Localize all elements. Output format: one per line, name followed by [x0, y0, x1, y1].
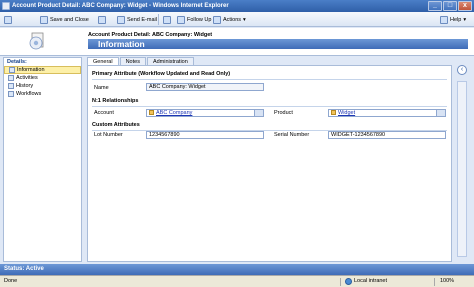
crm-app-icon — [2, 2, 10, 10]
save-and-close-button[interactable]: Save and Close — [40, 15, 89, 24]
save-button[interactable] — [4, 15, 12, 24]
help-icon — [440, 15, 448, 24]
close-button[interactable]: x — [458, 1, 472, 11]
print-icon — [98, 15, 106, 24]
workflows-icon — [8, 91, 14, 97]
sidebar-item-workflows[interactable]: Workflows — [4, 90, 81, 98]
lot-number-label: Lot Number — [94, 132, 123, 138]
chevron-down-icon: ▾ — [463, 16, 467, 23]
name-field[interactable]: ABC Company: Widget — [146, 83, 264, 91]
name-label: Name — [94, 85, 109, 91]
toolbar-separator — [158, 14, 159, 25]
zoom-level[interactable]: 100% — [440, 276, 454, 287]
save-close-icon — [40, 15, 48, 24]
actions-icon — [213, 15, 221, 24]
follow-up-icon — [177, 15, 185, 24]
attach-button[interactable] — [163, 15, 171, 24]
account-record-icon — [149, 110, 154, 116]
paperclip-icon — [163, 15, 171, 24]
general-panel: Primary Attribute (Workflow Updated and … — [87, 65, 452, 262]
save-disk-icon — [4, 15, 12, 24]
status-separator — [340, 278, 341, 286]
security-zone: Local intranet — [345, 276, 387, 287]
history-icon — [8, 83, 14, 89]
product-lookup[interactable]: Widget — [328, 109, 446, 117]
account-lookup[interactable]: ABC Company — [146, 109, 264, 117]
print-button[interactable] — [98, 15, 106, 24]
globe-icon — [345, 278, 352, 285]
actions-menu[interactable]: Actions ▾ — [213, 15, 246, 24]
window-controls: _ □ x — [428, 1, 472, 11]
sidebar-item-activities[interactable]: Activities — [4, 74, 81, 82]
serial-number-label: Serial Number — [274, 132, 310, 138]
maximize-button[interactable]: □ — [443, 1, 457, 11]
browser-window: Account Product Detail: ABC Company: Wid… — [0, 0, 474, 287]
sidebar-item-history[interactable]: History — [4, 82, 81, 90]
details-sidebar: Details: Information Activities History … — [3, 57, 82, 262]
title-bar: Account Product Detail: ABC Company: Wid… — [0, 0, 474, 12]
account-link[interactable]: ABC Company — [156, 110, 192, 116]
product-label: Product — [274, 110, 293, 116]
help-button[interactable]: Help ▾ — [440, 15, 466, 24]
sidebar-item-information[interactable]: Information — [4, 66, 81, 74]
lookup-icon[interactable] — [436, 110, 445, 116]
follow-up-button[interactable]: Follow Up — [177, 15, 211, 24]
form-title: Information — [88, 39, 468, 49]
section-divider — [92, 79, 447, 80]
crm-toolbar: Save and Close Send E-mail Follow Up Act… — [0, 12, 474, 27]
sidebar-title: Details: — [7, 59, 27, 65]
chevron-down-icon: ▾ — [243, 16, 246, 23]
right-rail: ‹ — [455, 57, 470, 262]
collapse-arrow-icon[interactable]: ‹ — [457, 65, 467, 75]
activities-icon — [8, 75, 14, 81]
information-icon — [9, 67, 15, 73]
section-relationships: N:1 Relationships — [92, 98, 139, 104]
section-primary-attribute: Primary Attribute (Workflow Updated and … — [92, 71, 231, 77]
entity-title: Account Product Detail: ABC Company: Wid… — [88, 32, 213, 38]
serial-number-field[interactable]: WIDGET-1234567890 — [328, 131, 446, 139]
vertical-scrollbar[interactable] — [457, 81, 467, 257]
record-status: Status: Active — [0, 264, 474, 275]
email-icon — [117, 15, 125, 24]
status-separator — [434, 278, 435, 286]
form-content: General Notes Administration Primary Att… — [86, 57, 452, 262]
section-divider — [92, 106, 447, 107]
product-link[interactable]: Widget — [338, 110, 355, 116]
account-label: Account — [94, 110, 114, 116]
page-status: Done — [4, 278, 18, 284]
product-record-icon — [331, 110, 336, 116]
section-custom-attributes: Custom Attributes — [92, 122, 140, 128]
ie-status-bar: Done Local intranet 100% — [0, 275, 474, 287]
lookup-icon[interactable] — [254, 110, 263, 116]
window-title: Account Product Detail: ABC Company: Wid… — [12, 3, 229, 9]
form-header: Account Product Detail: ABC Company: Wid… — [0, 28, 474, 56]
lot-number-field[interactable]: 1234567890 — [146, 131, 264, 139]
send-email-button[interactable]: Send E-mail — [117, 15, 157, 24]
minimize-button[interactable]: _ — [428, 1, 442, 11]
entity-icon — [29, 32, 44, 50]
